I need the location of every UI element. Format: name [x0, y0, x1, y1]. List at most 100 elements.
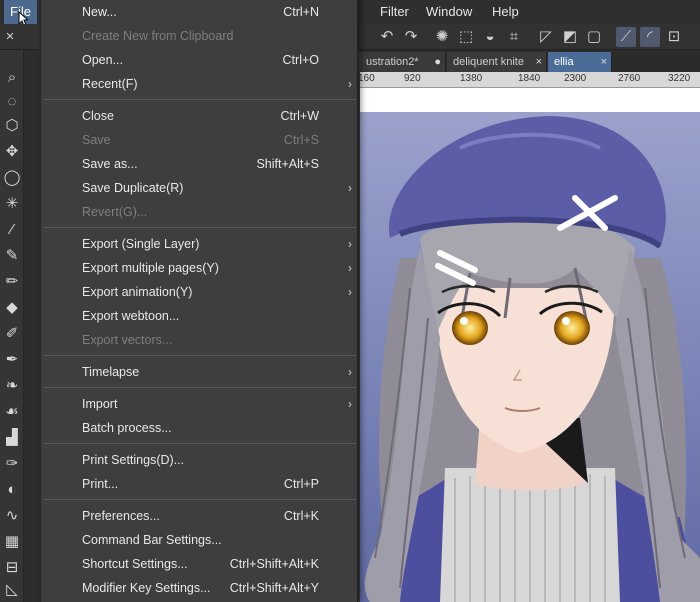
fill-bucket-icon[interactable]: ▟: [2, 428, 22, 448]
snap-to-special-icon[interactable]: ◜: [640, 27, 660, 47]
menu-item-batch-process[interactable]: Batch process...: [41, 416, 359, 440]
menu-item-label: Create New from Clipboard: [82, 29, 234, 43]
close-tab-icon[interactable]: ×: [601, 52, 607, 72]
menu-item-label: Print Settings(D)...: [82, 453, 185, 467]
menu-item-label: Export multiple pages(Y): [82, 261, 219, 275]
blend-icon[interactable]: ☙: [2, 402, 22, 422]
fill-icon[interactable]: ◒: [480, 27, 500, 47]
menu-item-modifier-key-settings[interactable]: Modifier Key Settings... Ctrl+Shift+Alt+…: [41, 576, 359, 600]
tab-illustration2[interactable]: ustration2* ●: [360, 52, 446, 72]
undo-icon[interactable]: ↶: [377, 27, 397, 47]
menu-item-label: Save: [82, 133, 111, 147]
pencil-icon[interactable]: ✏: [2, 272, 22, 292]
menu-item-open[interactable]: Open... Ctrl+O: [41, 48, 359, 72]
menu-item-shortcut: Ctrl+K: [283, 509, 319, 523]
figure-icon[interactable]: ∿: [2, 506, 22, 526]
drawing-canvas[interactable]: [360, 88, 700, 602]
menu-item-label: Import: [82, 397, 118, 411]
brush-icon[interactable]: ✐: [2, 324, 22, 344]
menu-separator: [43, 99, 357, 100]
menu-item-label: Export animation(Y): [82, 285, 193, 299]
submenu-arrow-icon: ›: [348, 77, 352, 91]
eyedropper-icon[interactable]: ⁄: [2, 220, 22, 240]
menu-item-save-duplicate[interactable]: Save Duplicate(R) ›: [41, 176, 359, 200]
redo-icon[interactable]: ↷: [401, 27, 421, 47]
snap-grid-icon[interactable]: ⊡: [664, 27, 684, 47]
eraser-icon[interactable]: ◆: [2, 298, 22, 318]
menu-item-export-single-layer[interactable]: Export (Single Layer) ›: [41, 232, 359, 256]
menu-item-label: Save Duplicate(R): [82, 181, 184, 195]
special-ruler-icon[interactable]: ◩: [560, 27, 580, 47]
tab-label: ellia: [554, 56, 574, 68]
airbrush-icon[interactable]: ✒: [2, 350, 22, 370]
menu-item-shortcut: Ctrl+Shift+Alt+K: [229, 557, 319, 571]
menu-item-export-animation[interactable]: Export animation(Y) ›: [41, 280, 359, 304]
menu-item-shortcut: Ctrl+W: [280, 109, 319, 123]
ruler-label: 3220: [668, 73, 691, 84]
magic-wand-icon[interactable]: ✳: [2, 194, 22, 214]
menu-item-label: Timelapse: [82, 365, 140, 379]
menu-item-import[interactable]: Import ›: [41, 392, 359, 416]
menu-item-label: Open...: [82, 53, 123, 67]
submenu-arrow-icon: ›: [348, 365, 352, 379]
menu-item-shortcut: Ctrl+P: [283, 477, 319, 491]
menu-item-label: Batch process...: [82, 421, 172, 435]
tab-ellia[interactable]: ellia ×: [548, 52, 612, 72]
menu-filter[interactable]: Filter: [374, 0, 415, 24]
selection-icon[interactable]: ◯: [2, 168, 22, 188]
menu-item-recent[interactable]: Recent(F) ›: [41, 72, 359, 96]
move-icon[interactable]: ✥: [2, 142, 22, 162]
frame-icon[interactable]: ⊟: [2, 558, 22, 578]
submenu-arrow-icon: ›: [348, 397, 352, 411]
menu-item-save-as[interactable]: Save as... Shift+Alt+S: [41, 152, 359, 176]
menu-item-close[interactable]: Close Ctrl+W: [41, 104, 359, 128]
ruler-snap-icon[interactable]: ◸: [536, 27, 556, 47]
tab-label: deliquent knite: [453, 56, 524, 68]
close-tab-icon[interactable]: ×: [536, 52, 542, 72]
menu-item-print[interactable]: Print... Ctrl+P: [41, 472, 359, 496]
ruler-label: 2760: [618, 73, 641, 84]
lasso-icon[interactable]: ◌: [2, 92, 22, 112]
menu-item-export-webtoon[interactable]: Export webtoon...: [41, 304, 359, 328]
menu-item-shortcut: Ctrl+O: [282, 53, 319, 67]
menu-item-label: Preferences...: [82, 509, 160, 523]
close-icon[interactable]: ×: [0, 27, 20, 47]
menu-item-new[interactable]: New... Ctrl+N: [41, 0, 359, 24]
gradient-pen-icon[interactable]: ✑: [2, 454, 22, 474]
menu-item-label: Recent(F): [82, 77, 138, 91]
spinner-icon[interactable]: ✺: [432, 27, 452, 47]
grid-snap-icon[interactable]: ▢: [584, 27, 604, 47]
submenu-arrow-icon: ›: [348, 261, 352, 275]
submenu-arrow-icon: ›: [348, 237, 352, 251]
menu-item-preferences[interactable]: Preferences... Ctrl+K: [41, 504, 359, 528]
menu-item-shortcut-settings[interactable]: Shortcut Settings... Ctrl+Shift+Alt+K: [41, 552, 359, 576]
ruler-label: 160: [358, 73, 375, 84]
menu-separator: [43, 443, 357, 444]
menu-window[interactable]: Window: [420, 0, 478, 24]
menu-item-save: Save Ctrl+S: [41, 128, 359, 152]
document-tabs: ustration2* ● deliquent knite × ellia ×: [360, 50, 700, 72]
ruler-icon[interactable]: ◺: [2, 580, 22, 600]
menu-item-print-settings[interactable]: Print Settings(D)...: [41, 448, 359, 472]
transform-icon[interactable]: ⌗: [504, 27, 524, 47]
menu-item-label: Save as...: [82, 157, 138, 171]
deselect-icon[interactable]: ⬚: [456, 27, 476, 47]
menu-item-command-bar-settings[interactable]: Command Bar Settings...: [41, 528, 359, 552]
menu-separator: [43, 387, 357, 388]
submenu-arrow-icon: ›: [348, 181, 352, 195]
modified-dot-icon: ●: [434, 56, 441, 68]
snap-to-ruler-icon[interactable]: ⟋: [616, 27, 636, 47]
tab-deliquent-knite[interactable]: deliquent knite ×: [447, 52, 547, 72]
zoom-icon[interactable]: ⌕: [2, 68, 22, 88]
gradient-icon[interactable]: ▦: [2, 532, 22, 552]
object-icon[interactable]: ⬡: [2, 116, 22, 136]
menu-item-create-new-from-clipboard: Create New from Clipboard: [41, 24, 359, 48]
decoration-icon[interactable]: ❧: [2, 376, 22, 396]
tab-label: ustration2*: [366, 56, 419, 68]
menu-item-export-multiple-pages[interactable]: Export multiple pages(Y) ›: [41, 256, 359, 280]
menu-item-timelapse[interactable]: Timelapse ›: [41, 360, 359, 384]
pen-icon[interactable]: ✎: [2, 246, 22, 266]
paint-icon[interactable]: ◐: [2, 480, 22, 500]
menu-help[interactable]: Help: [486, 0, 525, 24]
menu-item-label: Revert(G)...: [82, 205, 148, 219]
